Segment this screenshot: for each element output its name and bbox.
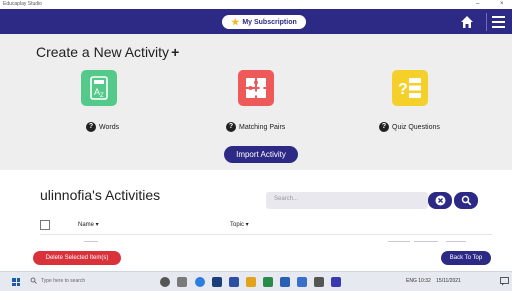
quiz-icon[interactable]: ? <box>392 70 428 106</box>
back-to-top-button[interactable]: Back To Top <box>441 251 491 265</box>
word-icon[interactable] <box>280 277 290 287</box>
activity-quiz-questions[interactable]: ? Quiz Questions <box>379 122 440 132</box>
taskbar-search[interactable]: Type here to search <box>30 277 85 284</box>
subscription-label: My Subscription <box>242 18 297 26</box>
window-title: Educaplay Studio <box>3 1 42 7</box>
clear-search-button[interactable] <box>428 192 452 209</box>
svg-text:Z: Z <box>100 93 104 99</box>
cortana-icon[interactable] <box>160 277 170 287</box>
activity-matching-pairs[interactable]: ? Matching Pairs <box>226 122 285 132</box>
excel-icon[interactable] <box>263 277 273 287</box>
search-placeholder: Search... <box>274 196 299 202</box>
create-activity-title: Create a New Activity <box>36 44 170 60</box>
delete-selected-button[interactable]: Delete Selected Item(s) <box>33 251 121 265</box>
table-row-fragment <box>84 241 98 242</box>
home-icon[interactable] <box>460 15 474 29</box>
name-column-header[interactable]: Name ▾ <box>78 221 99 228</box>
activity-label: Quiz Questions <box>392 123 440 131</box>
app-header: ★ My Subscription <box>0 9 512 34</box>
select-all-checkbox[interactable] <box>40 220 50 230</box>
my-subscription-button[interactable]: ★ My Subscription <box>222 15 306 29</box>
app-icon[interactable] <box>297 277 307 287</box>
activity-words[interactable]: ? Words <box>86 122 119 132</box>
close-icon <box>435 195 445 206</box>
create-activity-heading: Create a New Activity + <box>36 44 179 60</box>
plus-icon: + <box>171 44 180 60</box>
help-icon[interactable]: ? <box>86 122 96 132</box>
table-row-fragment <box>388 241 410 242</box>
edge-browser-icon[interactable] <box>195 277 205 287</box>
file-explorer-icon[interactable] <box>246 277 256 287</box>
topic-column-header[interactable]: Topic ▾ <box>230 221 249 228</box>
import-activity-button[interactable]: Import Activity <box>224 146 298 163</box>
table-row-fragment <box>446 241 466 242</box>
help-icon[interactable]: ? <box>226 122 236 132</box>
star-icon: ★ <box>231 16 240 27</box>
os-taskbar: Type here to search ENG 10:32 15/11/2021 <box>0 271 512 291</box>
search-icon <box>30 277 37 284</box>
windows-start-icon[interactable] <box>12 278 20 286</box>
table-divider <box>40 234 492 235</box>
table-row-fragment <box>414 241 438 242</box>
puzzle-icon[interactable] <box>238 70 274 106</box>
browser-app-icon[interactable] <box>331 277 341 287</box>
mail-icon[interactable] <box>229 277 239 287</box>
activities-title: ulinnofia's Activities <box>40 187 161 203</box>
store-icon[interactable] <box>212 277 222 287</box>
task-view-icon[interactable] <box>177 277 187 287</box>
tray-date: 15/11/2021 <box>436 278 461 284</box>
tray-time: ENG 10:32 <box>406 278 431 284</box>
search-input[interactable]: Search... <box>266 192 428 209</box>
words-az-icon[interactable]: A Z <box>81 70 117 106</box>
svg-text:?: ? <box>398 81 408 98</box>
activity-label: Words <box>99 123 120 131</box>
window-titlebar: Educaplay Studio – × <box>0 0 512 9</box>
close-window-button[interactable]: × <box>500 0 504 8</box>
help-icon[interactable]: ? <box>379 122 389 132</box>
activity-label: Matching Pairs <box>239 123 286 131</box>
system-tray[interactable]: ENG 10:32 15/11/2021 <box>406 278 461 284</box>
photos-icon[interactable] <box>314 277 324 287</box>
create-activity-panel: Create a New Activity + A Z ? Words ? Mat… <box>0 34 512 170</box>
search-icon <box>461 195 471 206</box>
notification-icon[interactable] <box>500 277 509 286</box>
minimize-button[interactable]: – <box>476 0 479 8</box>
search-button[interactable] <box>454 192 478 209</box>
taskbar-search-placeholder: Type here to search <box>41 277 86 284</box>
hamburger-menu-icon[interactable] <box>486 13 508 31</box>
